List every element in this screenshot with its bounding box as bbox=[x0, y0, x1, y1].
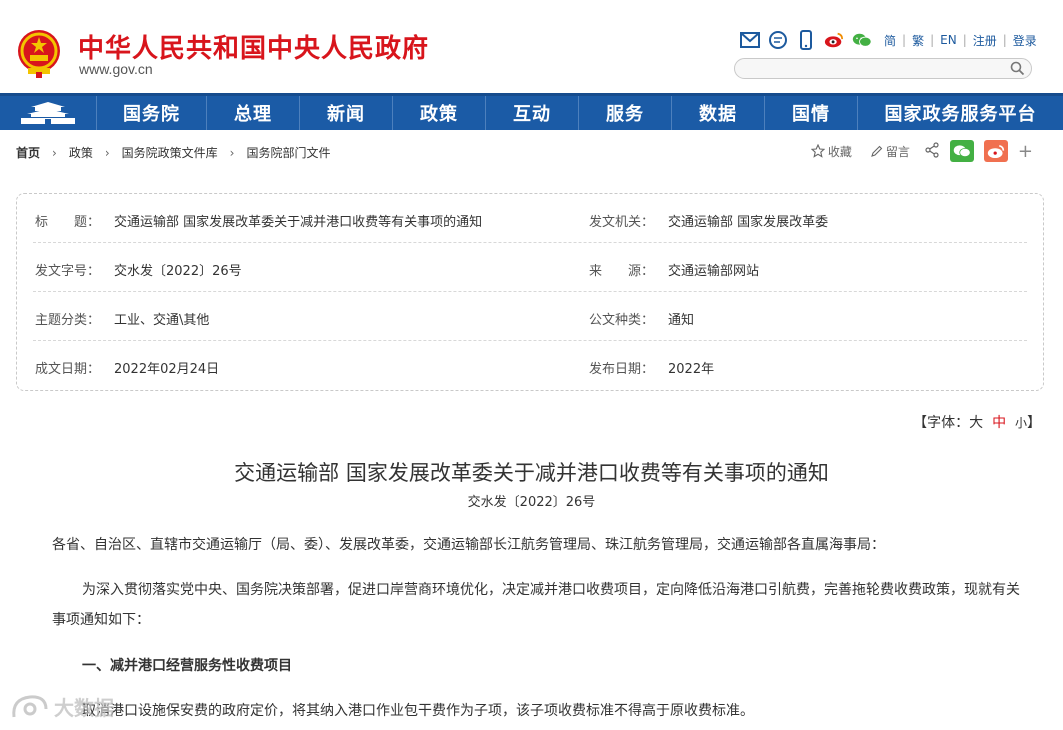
nav-interaction[interactable]: 互动 bbox=[486, 96, 579, 130]
breadcrumb-policy[interactable]: 政策 bbox=[69, 144, 93, 161]
meta-row: 发文字号： 交水发〔2022〕26号 来 源： 交通运输部网站 bbox=[17, 243, 1043, 292]
nav-news[interactable]: 新闻 bbox=[300, 96, 393, 130]
meta-row: 标 题： 交通运输部 国家发展改革委关于减并港口收费等有关事项的通知 发文机关：… bbox=[17, 194, 1043, 243]
pen-icon bbox=[871, 145, 883, 157]
search-icon[interactable] bbox=[1010, 61, 1025, 76]
meta-issuer-value: 交通运输部 国家发展改革委 bbox=[668, 215, 829, 230]
site-header: 中华人民共和国中央人民政府 www.gov.cn 简 | 繁 | EN | 注册… bbox=[0, 0, 1063, 93]
page-actions: 收藏 留言 + bbox=[810, 140, 1033, 162]
weibo-share-button[interactable] bbox=[983, 140, 1008, 162]
national-emblem-icon[interactable] bbox=[16, 28, 62, 78]
header-tools: 简 | 繁 | EN | 注册 | 登录 bbox=[740, 30, 1037, 50]
breadcrumb-policy-library[interactable]: 国务院政策文件库 bbox=[122, 144, 218, 161]
chevron-right-icon: › bbox=[104, 145, 110, 160]
font-size-control: 【字体：大 中 小】 bbox=[913, 415, 1041, 431]
search-box bbox=[734, 58, 1032, 80]
star-icon bbox=[810, 144, 825, 158]
tiananmen-icon bbox=[21, 102, 75, 124]
site-url: www.gov.cn bbox=[79, 61, 153, 77]
mail-icon[interactable] bbox=[740, 30, 760, 50]
breadcrumb: 首页 › 政策 › 国务院政策文件库 › 国务院部门文件 bbox=[16, 144, 331, 161]
link-register[interactable]: 注册 bbox=[973, 32, 997, 49]
wechat-share-button[interactable] bbox=[949, 140, 974, 162]
favorite-button[interactable]: 收藏 bbox=[810, 143, 852, 160]
meta-category-value: 工业、交通\其他 bbox=[114, 313, 210, 328]
breadcrumb-home[interactable]: 首页 bbox=[16, 144, 40, 161]
meta-row: 成文日期： 2022年02月24日 发布日期： 2022年 bbox=[17, 341, 1043, 390]
breadcrumb-bar: 首页 › 政策 › 国务院政策文件库 › 国务院部门文件 收藏 留言 + bbox=[0, 138, 1063, 168]
chevron-right-icon: › bbox=[52, 145, 57, 160]
share-icon[interactable] bbox=[924, 141, 940, 161]
main-nav: 国务院 总理 新闻 政策 互动 服务 数据 国情 国家政务服务平台 bbox=[0, 93, 1063, 130]
nav-state-council[interactable]: 国务院 bbox=[97, 96, 207, 130]
nav-policy[interactable]: 政策 bbox=[393, 96, 486, 130]
meta-doc-number-value: 交水发〔2022〕26号 bbox=[114, 264, 242, 279]
document-number: 交水发〔2022〕26号 bbox=[467, 495, 596, 510]
section-heading: 一、减并港口经营服务性收费项目 bbox=[82, 658, 292, 674]
nav-services[interactable]: 服务 bbox=[579, 96, 672, 130]
nav-premier[interactable]: 总理 bbox=[207, 96, 300, 130]
site-title[interactable]: 中华人民共和国中央人民政府 bbox=[78, 28, 429, 65]
document-salutation: 各省、自治区、直辖市交通运输厅（局、委）、发展改革委，交通运输部长江航务管理局、… bbox=[52, 537, 885, 553]
font-size-large[interactable]: 大 bbox=[969, 415, 983, 431]
wechat-icon[interactable] bbox=[852, 30, 872, 50]
link-traditional[interactable]: 繁 bbox=[912, 32, 924, 49]
document-paragraph: 取消港口设施保安费的政府定价，将其纳入港口作业包干费作为子项，该子项收费标准不得… bbox=[82, 703, 754, 719]
message-icon[interactable] bbox=[768, 30, 788, 50]
nav-gov-service-platform[interactable]: 国家政务服务平台 bbox=[858, 96, 1063, 130]
document-intro: 为深入贯彻落实党中央、国务院决策部署，促进口岸营商环境优化，决定减并港口收费项目… bbox=[52, 582, 1020, 628]
meta-doc-type-value: 通知 bbox=[668, 313, 695, 328]
link-simplified[interactable]: 简 bbox=[884, 32, 896, 49]
nav-national-info[interactable]: 国情 bbox=[765, 96, 858, 130]
meta-written-date-value: 2022年02月24日 bbox=[114, 362, 220, 377]
weibo-icon bbox=[987, 144, 1005, 158]
font-size-small[interactable]: 小 bbox=[1015, 416, 1027, 430]
nav-home[interactable] bbox=[0, 96, 97, 130]
plus-icon[interactable]: + bbox=[1018, 141, 1033, 162]
meta-title-value: 交通运输部 国家发展改革委关于减并港口收费等有关事项的通知 bbox=[114, 215, 483, 230]
meta-publish-date-value: 2022年 bbox=[668, 362, 715, 377]
meta-row: 主题分类： 工业、交通\其他 公文种类： 通知 bbox=[17, 292, 1043, 341]
chevron-right-icon: › bbox=[229, 145, 235, 160]
breadcrumb-dept-docs[interactable]: 国务院部门文件 bbox=[246, 144, 330, 161]
watermark: 大数据 bbox=[10, 692, 114, 721]
watermark-logo-icon bbox=[12, 694, 48, 717]
search-input[interactable] bbox=[745, 60, 1015, 80]
wechat-icon bbox=[953, 145, 971, 157]
link-login[interactable]: 登录 bbox=[1013, 32, 1037, 49]
comment-button[interactable]: 留言 bbox=[870, 143, 910, 160]
weibo-icon[interactable] bbox=[824, 30, 844, 50]
nav-data[interactable]: 数据 bbox=[672, 96, 765, 130]
document-title: 交通运输部 国家发展改革委关于减并港口收费等有关事项的通知 bbox=[234, 461, 829, 485]
font-size-medium[interactable]: 中 bbox=[992, 415, 1006, 431]
document-meta-box: 标 题： 交通运输部 国家发展改革委关于减并港口收费等有关事项的通知 发文机关：… bbox=[16, 193, 1044, 391]
language-links: 简 | 繁 | EN | 注册 | 登录 bbox=[884, 32, 1037, 49]
meta-source-value: 交通运输部网站 bbox=[668, 264, 760, 279]
link-english[interactable]: EN bbox=[940, 33, 957, 47]
mobile-icon[interactable] bbox=[796, 30, 816, 50]
